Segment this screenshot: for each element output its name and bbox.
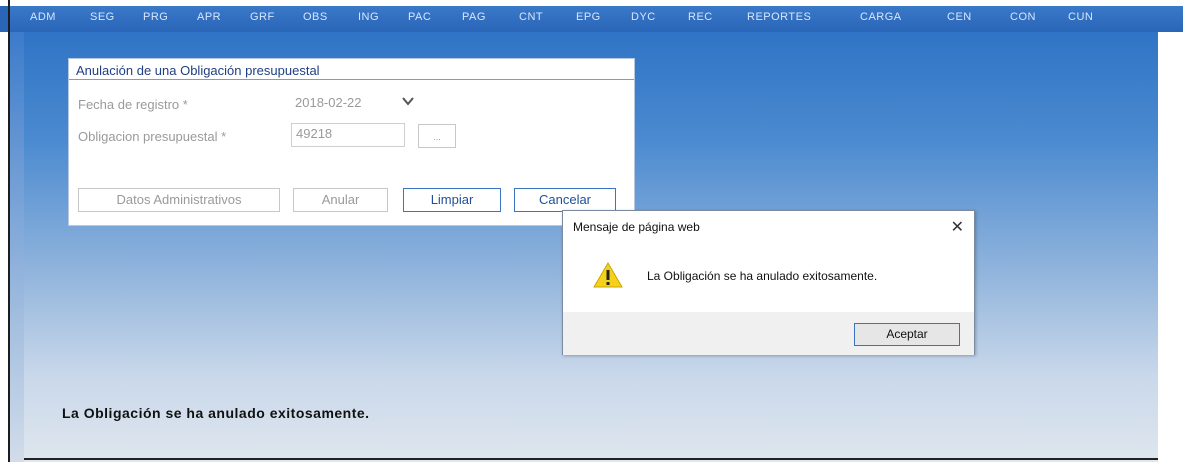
- right-margin: [1158, 32, 1183, 462]
- menu-item-apr[interactable]: APR: [197, 11, 221, 23]
- menu-item-cen[interactable]: CEN: [947, 11, 972, 23]
- menu-item-epg[interactable]: EPG: [576, 11, 601, 23]
- menu-item-con[interactable]: CON: [1010, 11, 1036, 23]
- chevron-down-icon: [402, 97, 414, 106]
- menu-item-adm[interactable]: ADM: [30, 11, 56, 23]
- menu-item-pac[interactable]: PAC: [408, 11, 431, 23]
- menu-item-reportes[interactable]: REPORTES: [747, 11, 811, 23]
- menu-item-carga[interactable]: CARGA: [860, 11, 902, 23]
- menu-item-cun[interactable]: CUN: [1068, 11, 1093, 23]
- menu-item-pag[interactable]: PAG: [462, 11, 486, 23]
- warning-icon: [593, 262, 623, 288]
- menu-item-rec[interactable]: REC: [688, 11, 713, 23]
- web-message-dialog: Mensaje de página web ✕ La Obligación se…: [562, 210, 975, 355]
- menu-item-prg[interactable]: PRG: [143, 11, 168, 23]
- cancelar-button[interactable]: Cancelar: [514, 188, 616, 212]
- menu-item-grf[interactable]: GRF: [250, 11, 275, 23]
- close-icon[interactable]: ✕: [951, 217, 964, 237]
- menu-item-seg[interactable]: SEG: [90, 11, 115, 23]
- menu-item-cnt[interactable]: CNT: [519, 11, 543, 23]
- menu-left-edge: [0, 6, 8, 32]
- left-gradient-strip: [10, 32, 24, 462]
- obligacion-label: Obligacion presupuestal *: [78, 129, 227, 144]
- status-message: La Obligación se ha anulado exitosamente…: [62, 405, 370, 421]
- fecha-registro-value: 2018-02-22: [295, 95, 362, 110]
- browse-obligacion-button[interactable]: ...: [418, 124, 456, 148]
- obligacion-input[interactable]: 49218: [291, 123, 405, 147]
- menu-item-obs[interactable]: OBS: [303, 11, 328, 23]
- panel-title-divider: [69, 79, 634, 80]
- menu-item-ing[interactable]: ING: [358, 11, 379, 23]
- fecha-registro-select[interactable]: 2018-02-22: [291, 92, 419, 114]
- limpiar-button[interactable]: Limpiar: [403, 188, 501, 212]
- anulacion-form-panel: Anulación de una Obligación presupuestal…: [68, 58, 635, 226]
- menu-item-dyc[interactable]: DYC: [631, 11, 656, 23]
- dialog-footer: Aceptar: [563, 312, 974, 355]
- datos-administrativos-button[interactable]: Datos Administrativos: [78, 188, 280, 212]
- main-menu-bar: ADM SEG PRG APR GRF OBS ING PAC PAG CNT …: [10, 6, 1183, 32]
- dialog-message: La Obligación se ha anulado exitosamente…: [647, 269, 878, 283]
- fecha-registro-label: Fecha de registro *: [78, 97, 188, 112]
- panel-title: Anulación de una Obligación presupuestal: [76, 63, 320, 78]
- bottom-border: [24, 458, 1158, 460]
- dialog-title: Mensaje de página web: [573, 220, 700, 234]
- aceptar-button[interactable]: Aceptar: [854, 323, 960, 346]
- anular-button[interactable]: Anular: [293, 188, 388, 212]
